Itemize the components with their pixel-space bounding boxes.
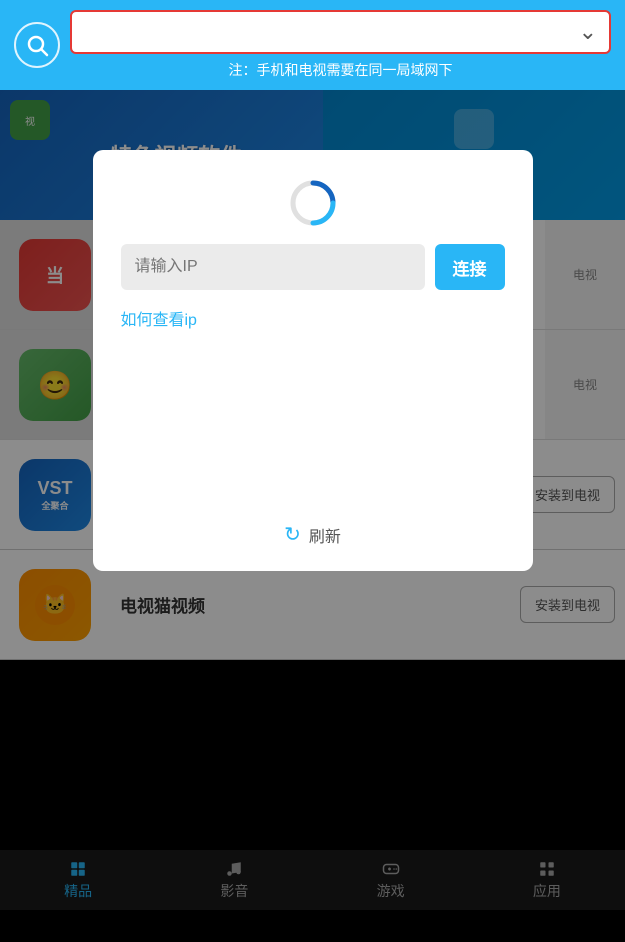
header: ⌄ 注：手机和电视需要在同一局域网下 — [0, 0, 625, 90]
connect-modal: 连接 如何查看ip ↻ 刷新 — [93, 150, 533, 571]
device-dropdown[interactable]: ⌄ — [70, 10, 611, 54]
chevron-down-icon: ⌄ — [579, 21, 597, 43]
ip-row: 连接 — [121, 244, 505, 290]
loading-spinner — [288, 178, 338, 228]
header-right: ⌄ 注：手机和电视需要在同一局域网下 — [70, 10, 611, 80]
refresh-button[interactable]: ↻ 刷新 — [284, 522, 341, 547]
connect-button[interactable]: 连接 — [435, 244, 505, 290]
refresh-icon: ↻ — [284, 522, 301, 547]
search-button[interactable] — [14, 22, 60, 68]
modal-spacer — [121, 346, 505, 506]
ip-input[interactable] — [121, 244, 425, 290]
how-to-link[interactable]: 如何查看ip — [121, 306, 197, 330]
modal-overlay: 连接 如何查看ip ↻ 刷新 — [0, 90, 625, 910]
header-note: 注：手机和电视需要在同一局域网下 — [70, 60, 611, 80]
refresh-label: 刷新 — [309, 523, 341, 547]
main-area: 视 特色视频软件 电视加速 精选工具让视频更流畅 当 电视 😊 电视 — [0, 90, 625, 910]
